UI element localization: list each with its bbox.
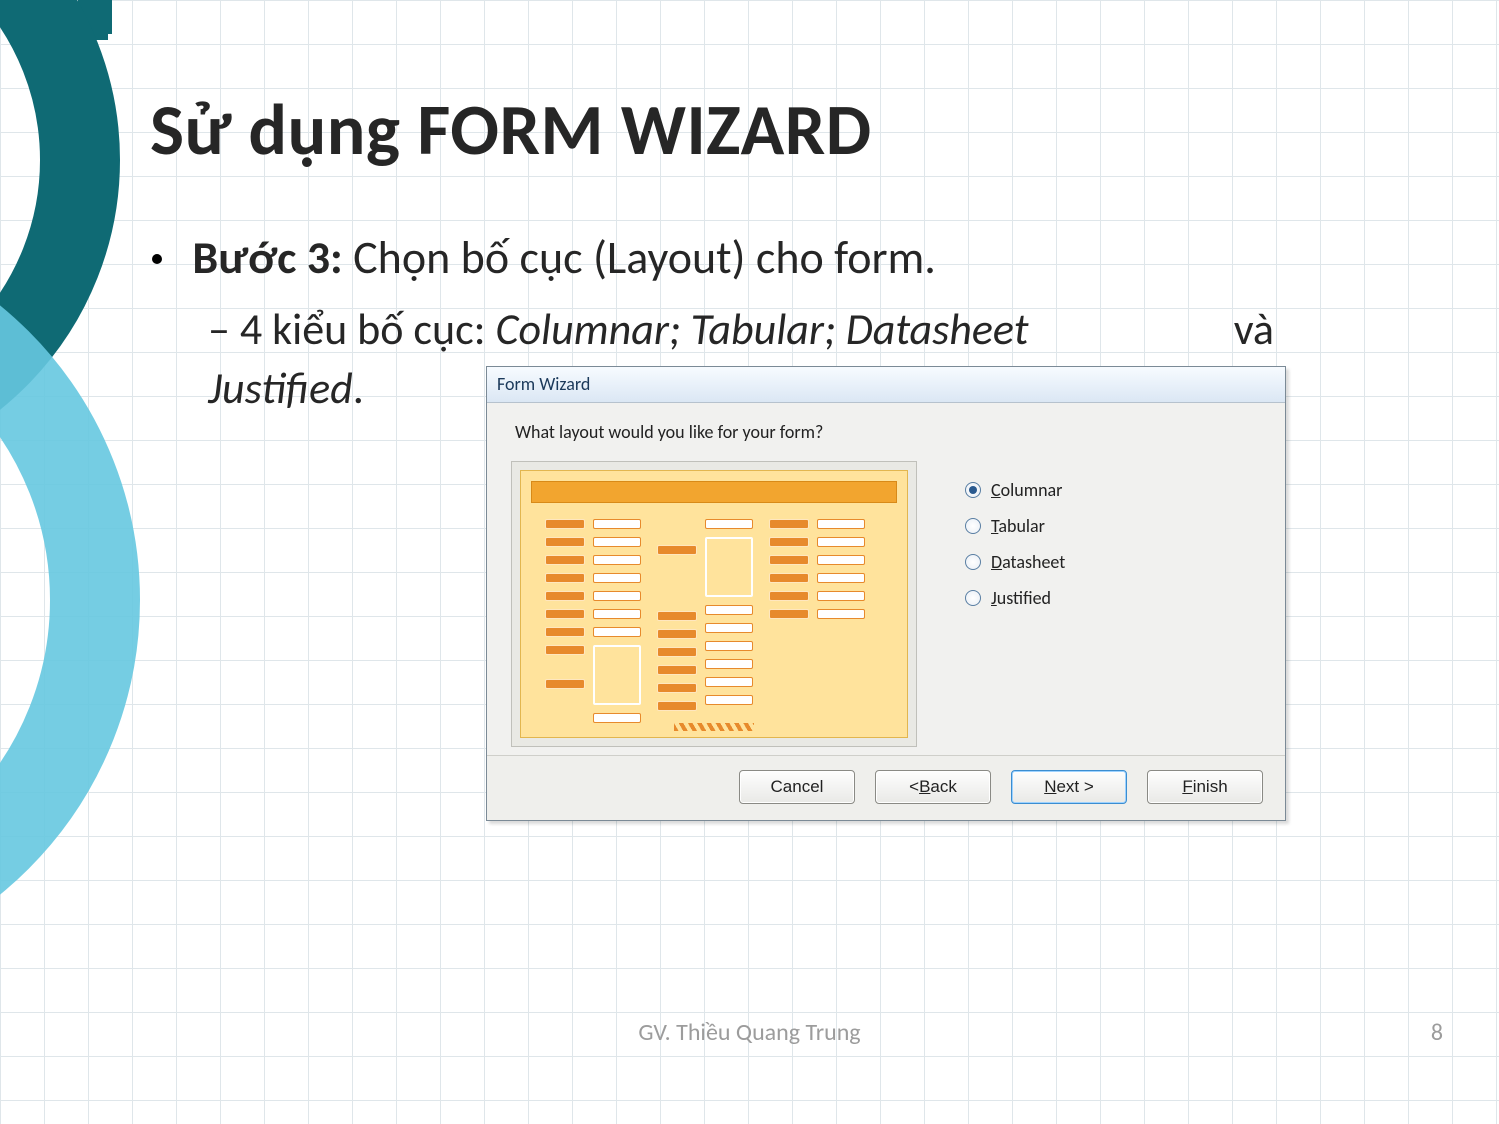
radio-icon	[965, 554, 981, 570]
option-datasheet[interactable]: Datasheet	[965, 551, 1065, 573]
slide-title: Sử dụng FORM WIZARD	[150, 86, 872, 174]
decorative-stripe	[102, 0, 112, 34]
wizard-button-row: Cancel < Back Next > Finish	[487, 755, 1285, 820]
layout-options: Columnar Tabular Datasheet Justified	[965, 461, 1065, 747]
option-label: Datasheet	[991, 551, 1065, 573]
option-tabular[interactable]: Tabular	[965, 515, 1065, 537]
radio-icon	[965, 518, 981, 534]
option-label: Tabular	[991, 515, 1045, 537]
back-button[interactable]: < Back	[875, 770, 991, 804]
bullet-step: Bước 3: Chọn bố cục (Layout) cho form.	[152, 230, 936, 286]
option-label: Columnar	[991, 479, 1062, 501]
option-label: Justified	[991, 587, 1051, 609]
sub-prefix: – 4 kiểu bố cục:	[208, 302, 495, 356]
footer-author: GV. Thiều Quang Trung	[0, 1018, 1499, 1047]
form-wizard-dialog: Form Wizard What layout would you like f…	[486, 366, 1286, 821]
slide: Sử dụng FORM WIZARD Bước 3: Chọn bố cục …	[0, 0, 1499, 1124]
preview-header-bar	[531, 481, 897, 503]
step-text: Chọn bố cục (Layout) cho form.	[353, 230, 936, 286]
sub-italic: Columnar; Tabular; Datasheet	[495, 302, 1028, 356]
wizard-question: What layout would you like for your form…	[515, 421, 1261, 443]
option-justified[interactable]: Justified	[965, 587, 1065, 609]
radio-icon	[965, 590, 981, 606]
finish-button[interactable]: Finish	[1147, 770, 1263, 804]
cancel-button[interactable]: Cancel	[739, 770, 855, 804]
layout-preview	[511, 461, 917, 747]
preview-resize-icon	[674, 723, 754, 731]
preview-columns	[545, 519, 865, 723]
wizard-body: What layout would you like for your form…	[487, 403, 1285, 755]
wizard-main: Columnar Tabular Datasheet Justified	[511, 461, 1261, 747]
layout-preview-inner	[520, 470, 908, 738]
sub-period: .	[353, 361, 364, 415]
decorative-arc-light	[0, 220, 140, 980]
option-columnar[interactable]: Columnar	[965, 479, 1065, 501]
step-label: Bước 3:	[192, 230, 342, 286]
sub-tail-word: và	[1234, 300, 1274, 359]
wizard-title-bar: Form Wizard	[487, 367, 1285, 403]
radio-icon	[965, 482, 981, 498]
sub-italic-2: Justified	[208, 361, 353, 415]
next-button[interactable]: Next >	[1011, 770, 1127, 804]
footer-page: 8	[1431, 1018, 1443, 1047]
bullet-dot-icon	[152, 254, 162, 264]
